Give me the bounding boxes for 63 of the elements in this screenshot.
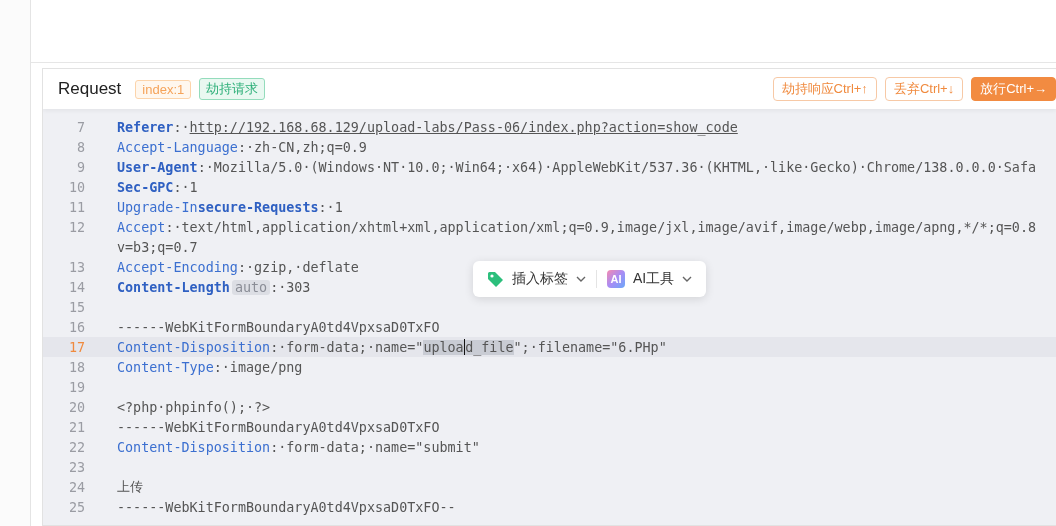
header-name: Content-Disposition: [117, 439, 271, 455]
line-number: 14: [68, 279, 85, 295]
code-text: ";·filename="6.PHp": [513, 339, 667, 355]
toolbar-menu-button[interactable]: 插入标签: [487, 270, 586, 288]
auto-hint: auto: [231, 279, 271, 295]
code-text: :·: [173, 119, 190, 135]
line-number: 21: [68, 419, 85, 435]
header-name: Content-Disposition: [117, 339, 271, 355]
url-link[interactable]: http://192.168.68.129/upload-labs/Pass-06/index.php?action=show_code: [189, 119, 738, 135]
line-number: 11: [68, 199, 85, 215]
tag-icon: [487, 270, 504, 288]
code-text: ------WebKitFormBoundaryA0td4VpxsaD0TxFO--: [117, 499, 456, 515]
line-number: 8: [76, 139, 85, 155]
ai-icon: AI: [607, 270, 625, 288]
selected-text: uploa: [423, 339, 464, 355]
header-name: secure-Requests: [197, 199, 319, 215]
line-number: 13: [68, 259, 85, 275]
code-text: :·gzip,·deflate: [237, 259, 359, 275]
line-number: 16: [68, 319, 85, 335]
code-text: :·image/png: [213, 359, 303, 375]
code-text: 上传: [117, 478, 143, 496]
line-number: 10: [68, 179, 85, 195]
code-text: ------WebKitFormBoundaryA0td4VpxsaD0TxFO: [117, 319, 440, 335]
header-name: Content-Length: [117, 279, 230, 295]
index-badge: index:1: [135, 79, 192, 99]
chevron-down-icon: [682, 275, 693, 283]
line-number: 24: [68, 479, 85, 495]
line-number: 20: [68, 399, 85, 415]
header-name: Content-Type: [117, 359, 214, 375]
panel-title: Request: [58, 79, 122, 99]
code-text: :·1: [318, 199, 343, 215]
status-badge: 劫持请求: [199, 78, 266, 100]
line-number: 25: [68, 499, 85, 515]
code-text: :·zh-CN,zh;q=0.9: [237, 139, 367, 155]
chevron-down-icon: [576, 275, 586, 283]
code-text: :·form-data;·name="submit": [270, 439, 480, 455]
code-text: :·text/html,application/xhtml+xml,application/xml;q=0.9,image/jxl,image/avif,image/webp,image/apng,*/*;q=0.8: [165, 219, 1037, 235]
selected-text: d_file: [465, 339, 514, 355]
text-cursor: [463, 339, 466, 355]
code-text: :·form-data;·name=": [270, 339, 424, 355]
header-name: User-Agent: [117, 159, 198, 175]
header-name: Accept: [117, 219, 166, 235]
header-name: Accept-Language: [117, 139, 238, 155]
code-text: ------WebKitFormBoundaryA0td4VpxsaD0TxFO: [117, 419, 440, 435]
header-name: Accept-Encoding: [117, 259, 238, 275]
line-number: 7: [76, 119, 85, 135]
line-number: 12: [68, 219, 85, 235]
code-text: :·1: [173, 179, 198, 195]
header-name: Referer: [117, 119, 174, 135]
header-name: Sec-GPC: [117, 179, 174, 195]
line-number: 18: [68, 359, 85, 375]
line-number: 15: [68, 299, 85, 315]
line-number: 19: [68, 379, 85, 395]
line-number: 23: [68, 459, 85, 475]
line-number: 22: [68, 439, 85, 455]
header-name: Upgrade-In: [117, 199, 198, 215]
toolbar-menu-button[interactable]: AI AI工具: [607, 270, 693, 288]
code-text: <?php·phpinfo();·?>: [117, 399, 271, 415]
line-number: 17: [68, 339, 85, 355]
line-number: 9: [76, 159, 85, 175]
code-text: v=b3;q=0.7: [117, 239, 198, 255]
code-text: :·Mozilla/5.0·(Windows·NT·10.0;·Win64;·x64)·AppleWebKit/537.36·(KHTML,·like·Gecko)·Chrome/138.0.0.0·Safa: [197, 159, 1037, 175]
code-text: :·303: [270, 279, 311, 295]
